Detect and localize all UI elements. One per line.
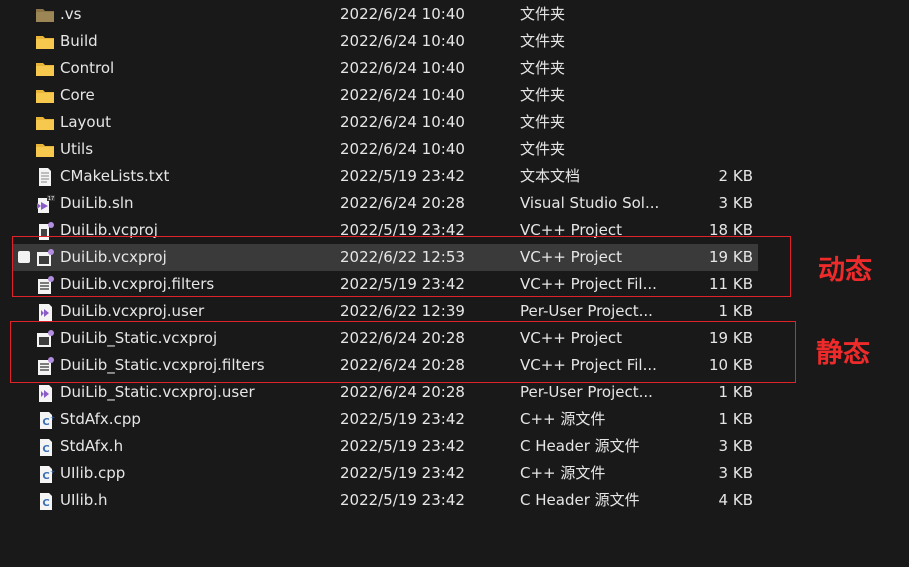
file-date: 2022/6/24 10:40 xyxy=(340,86,465,104)
file-date: 2022/6/24 10:40 xyxy=(340,140,465,158)
file-name: UIlib.cpp xyxy=(60,464,126,482)
user-file-icon xyxy=(34,302,56,322)
svg-text:C: C xyxy=(42,417,49,428)
folder-icon xyxy=(34,140,56,160)
file-row[interactable]: C StdAfx.h 2022/5/19 23:42 C Header 源文件 3 KB xyxy=(12,433,758,460)
file-type: 文件夹 xyxy=(520,32,566,50)
file-date: 2022/5/19 23:42 xyxy=(340,410,465,428)
cpp-file-icon: C + xyxy=(34,464,56,484)
file-name: Layout xyxy=(60,113,111,131)
file-date: 2022/6/24 10:40 xyxy=(340,59,465,77)
file-name: Control xyxy=(60,59,115,77)
file-type: 文件夹 xyxy=(520,59,566,77)
text-file-icon xyxy=(34,167,56,187)
folder-icon xyxy=(34,113,56,133)
file-row[interactable]: C UIlib.h 2022/5/19 23:42 C Header 源文件 4 KB xyxy=(12,487,758,514)
folder-icon xyxy=(34,32,56,52)
svg-text:+: + xyxy=(50,415,55,422)
file-size: 3 KB xyxy=(718,464,753,482)
file-name: UIlib.h xyxy=(60,491,108,509)
file-name: Build xyxy=(60,32,98,50)
file-type: 文件夹 xyxy=(520,5,566,23)
file-date: 2022/5/19 23:42 xyxy=(340,437,465,455)
folder-dim-icon xyxy=(34,5,56,25)
file-type: 文件夹 xyxy=(520,140,566,158)
static-annotation: 静态 xyxy=(816,338,870,369)
file-type: 文件夹 xyxy=(520,86,566,104)
file-type: C++ 源文件 xyxy=(520,410,606,428)
file-name: .vs xyxy=(60,5,82,23)
static-highlight-box xyxy=(10,321,796,383)
file-date: 2022/5/19 23:42 xyxy=(340,491,465,509)
file-size: 4 KB xyxy=(718,491,753,509)
header-file-icon: C xyxy=(34,437,56,457)
svg-text:17: 17 xyxy=(48,196,54,202)
vs-solution-icon: 17 xyxy=(34,194,56,214)
file-name: Core xyxy=(60,86,95,104)
svg-text:+: + xyxy=(50,469,55,476)
file-row[interactable]: Layout 2022/6/24 10:40 文件夹 xyxy=(12,109,758,136)
file-row[interactable]: Build 2022/6/24 10:40 文件夹 xyxy=(12,28,758,55)
cpp-file-icon: C + xyxy=(34,410,56,430)
file-row[interactable]: Control 2022/6/24 10:40 文件夹 xyxy=(12,55,758,82)
file-row[interactable]: CMakeLists.txt 2022/5/19 23:42 文本文档 2 KB xyxy=(12,163,758,190)
file-row[interactable]: Utils 2022/6/24 10:40 文件夹 xyxy=(12,136,758,163)
svg-text:C: C xyxy=(42,444,49,455)
user-file-icon xyxy=(34,383,56,403)
file-date: 2022/6/24 10:40 xyxy=(340,5,465,23)
file-row[interactable]: C + UIlib.cpp 2022/5/19 23:42 C++ 源文件 3 KB xyxy=(12,460,758,487)
file-date: 2022/6/24 10:40 xyxy=(340,113,465,131)
file-date: 2022/5/19 23:42 xyxy=(340,167,465,185)
folder-icon xyxy=(34,59,56,79)
file-type: C Header 源文件 xyxy=(520,491,640,509)
file-date: 2022/6/24 20:28 xyxy=(340,194,465,212)
file-row[interactable]: Core 2022/6/24 10:40 文件夹 xyxy=(12,82,758,109)
file-type: C Header 源文件 xyxy=(520,437,640,455)
dynamic-annotation: 动态 xyxy=(818,255,872,286)
folder-icon xyxy=(34,86,56,106)
file-type: 文件夹 xyxy=(520,113,566,131)
file-type: 文本文档 xyxy=(520,167,581,185)
file-size: 3 KB xyxy=(718,194,753,212)
file-date: 2022/6/24 20:28 xyxy=(340,383,465,401)
file-row[interactable]: DuiLib_Static.vcxproj.user 2022/6/24 20:2… xyxy=(12,379,758,406)
file-size: 1 KB xyxy=(718,383,753,401)
file-type: Visual Studio Sol... xyxy=(520,194,660,212)
file-type: C++ 源文件 xyxy=(520,464,606,482)
file-size: 1 KB xyxy=(718,410,753,428)
file-type: Per-User Project... xyxy=(520,383,653,401)
file-size: 3 KB xyxy=(718,437,753,455)
file-name: CMakeLists.txt xyxy=(60,167,170,185)
header-file-icon: C xyxy=(34,491,56,511)
svg-text:C: C xyxy=(42,498,49,509)
file-name: DuiLib_Static.vcxproj.user xyxy=(60,383,255,401)
file-name: StdAfx.h xyxy=(60,437,124,455)
file-date: 2022/6/24 10:40 xyxy=(340,32,465,50)
file-name: DuiLib.sln xyxy=(60,194,134,212)
file-name: Utils xyxy=(60,140,94,158)
file-date: 2022/5/19 23:42 xyxy=(340,464,465,482)
file-name: StdAfx.cpp xyxy=(60,410,141,428)
file-row[interactable]: 17 DuiLib.sln 2022/6/24 20:28 Visual Studio… xyxy=(12,190,758,217)
file-size: 2 KB xyxy=(718,167,753,185)
dynamic-highlight-box xyxy=(12,236,791,297)
svg-text:C: C xyxy=(42,471,49,482)
file-row[interactable]: C + StdAfx.cpp 2022/5/19 23:42 C++ 源文件 1 KB xyxy=(12,406,758,433)
file-row[interactable]: .vs 2022/6/24 10:40 文件夹 xyxy=(12,1,758,28)
